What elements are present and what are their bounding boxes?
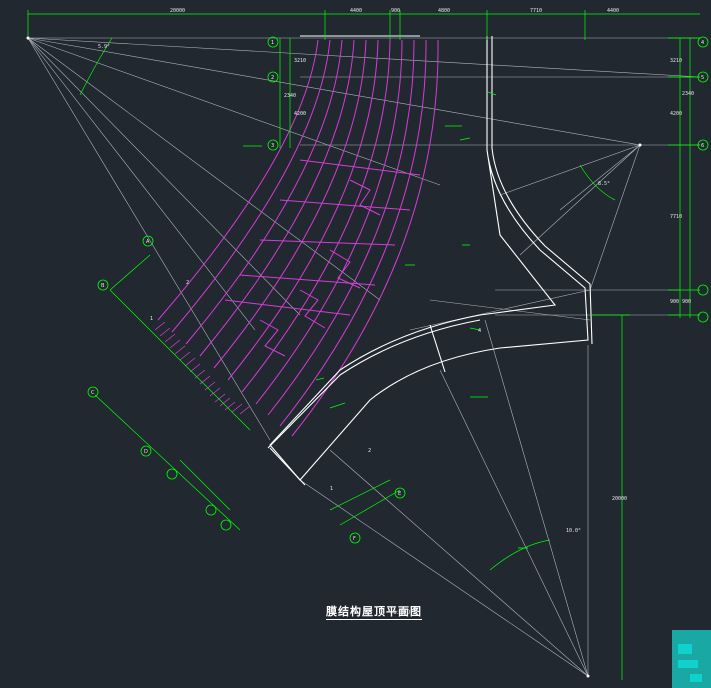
navigation-cube-icon[interactable] (672, 630, 711, 688)
cad-drawing: 20000 4400 900 4800 7710 4400 3210 2340 … (26, 8, 709, 680)
drawing-scale: 1:100 (393, 609, 411, 616)
right-dim-3: 4200 (670, 111, 682, 117)
axis-label-4: 4 (701, 40, 704, 46)
axis-label-b: B (101, 283, 105, 289)
top-dim-3: 900 (391, 8, 400, 14)
left-dim-1: 3210 (294, 58, 306, 64)
top-dim-4: 4800 (438, 8, 450, 14)
mark-3: 1 (330, 486, 333, 492)
right-dim-6: 900 (682, 299, 691, 305)
left-dim-3: 4200 (294, 111, 306, 117)
axis-label-3: 3 (271, 143, 274, 149)
axis-label-f: F (353, 536, 356, 542)
axis-label-c: C (91, 390, 95, 396)
top-dim-5: 7710 (530, 8, 542, 14)
right-dim-7: 20000 (612, 496, 627, 502)
angle-label-3: 8.5° (598, 181, 610, 187)
cube-face-mid (678, 660, 698, 668)
left-dimension-texts: 3210 2340 4200 (284, 58, 306, 117)
axis-label-a: A (146, 239, 150, 245)
axis-label-2: 2 (271, 75, 274, 81)
angle-label-2: 10.0° (566, 528, 581, 534)
mark-texts: 1 2 1 2 4 (150, 280, 481, 492)
membrane-edge-hatch (154, 321, 251, 415)
axis-label-d: D (144, 449, 148, 455)
axis-label-e: E (398, 491, 401, 497)
right-dim-4: 7710 (670, 214, 682, 220)
dimension-lines (27, 10, 700, 680)
cube-face-top (678, 644, 692, 654)
left-dim-2: 2340 (284, 93, 296, 99)
apex-points (26, 36, 642, 678)
right-dim-1: 3210 (670, 58, 682, 64)
top-dim-2: 4400 (350, 8, 362, 14)
structure-outline (267, 35, 593, 486)
cube-face-bottom (690, 674, 702, 682)
angle-label-1: 5.9° (98, 44, 110, 50)
mark-5: 4 (478, 328, 481, 334)
axis-label-6: 6 (701, 143, 704, 149)
top-dim-6: 4400 (607, 8, 619, 14)
right-dim-2: 2340 (682, 91, 694, 97)
axis-label-1: 1 (271, 40, 274, 46)
top-dimension-texts: 20000 4400 900 4800 7710 4400 (170, 8, 619, 14)
mark-1: 1 (150, 316, 153, 322)
right-dimension-texts: 3210 2340 4200 7710 900 900 20000 (612, 58, 694, 502)
top-dim-1: 20000 (170, 8, 185, 14)
mark-2: 2 (186, 280, 189, 286)
right-dim-5: 900 (670, 299, 679, 305)
mark-4: 2 (368, 448, 371, 454)
axis-label-5: 5 (701, 75, 704, 81)
